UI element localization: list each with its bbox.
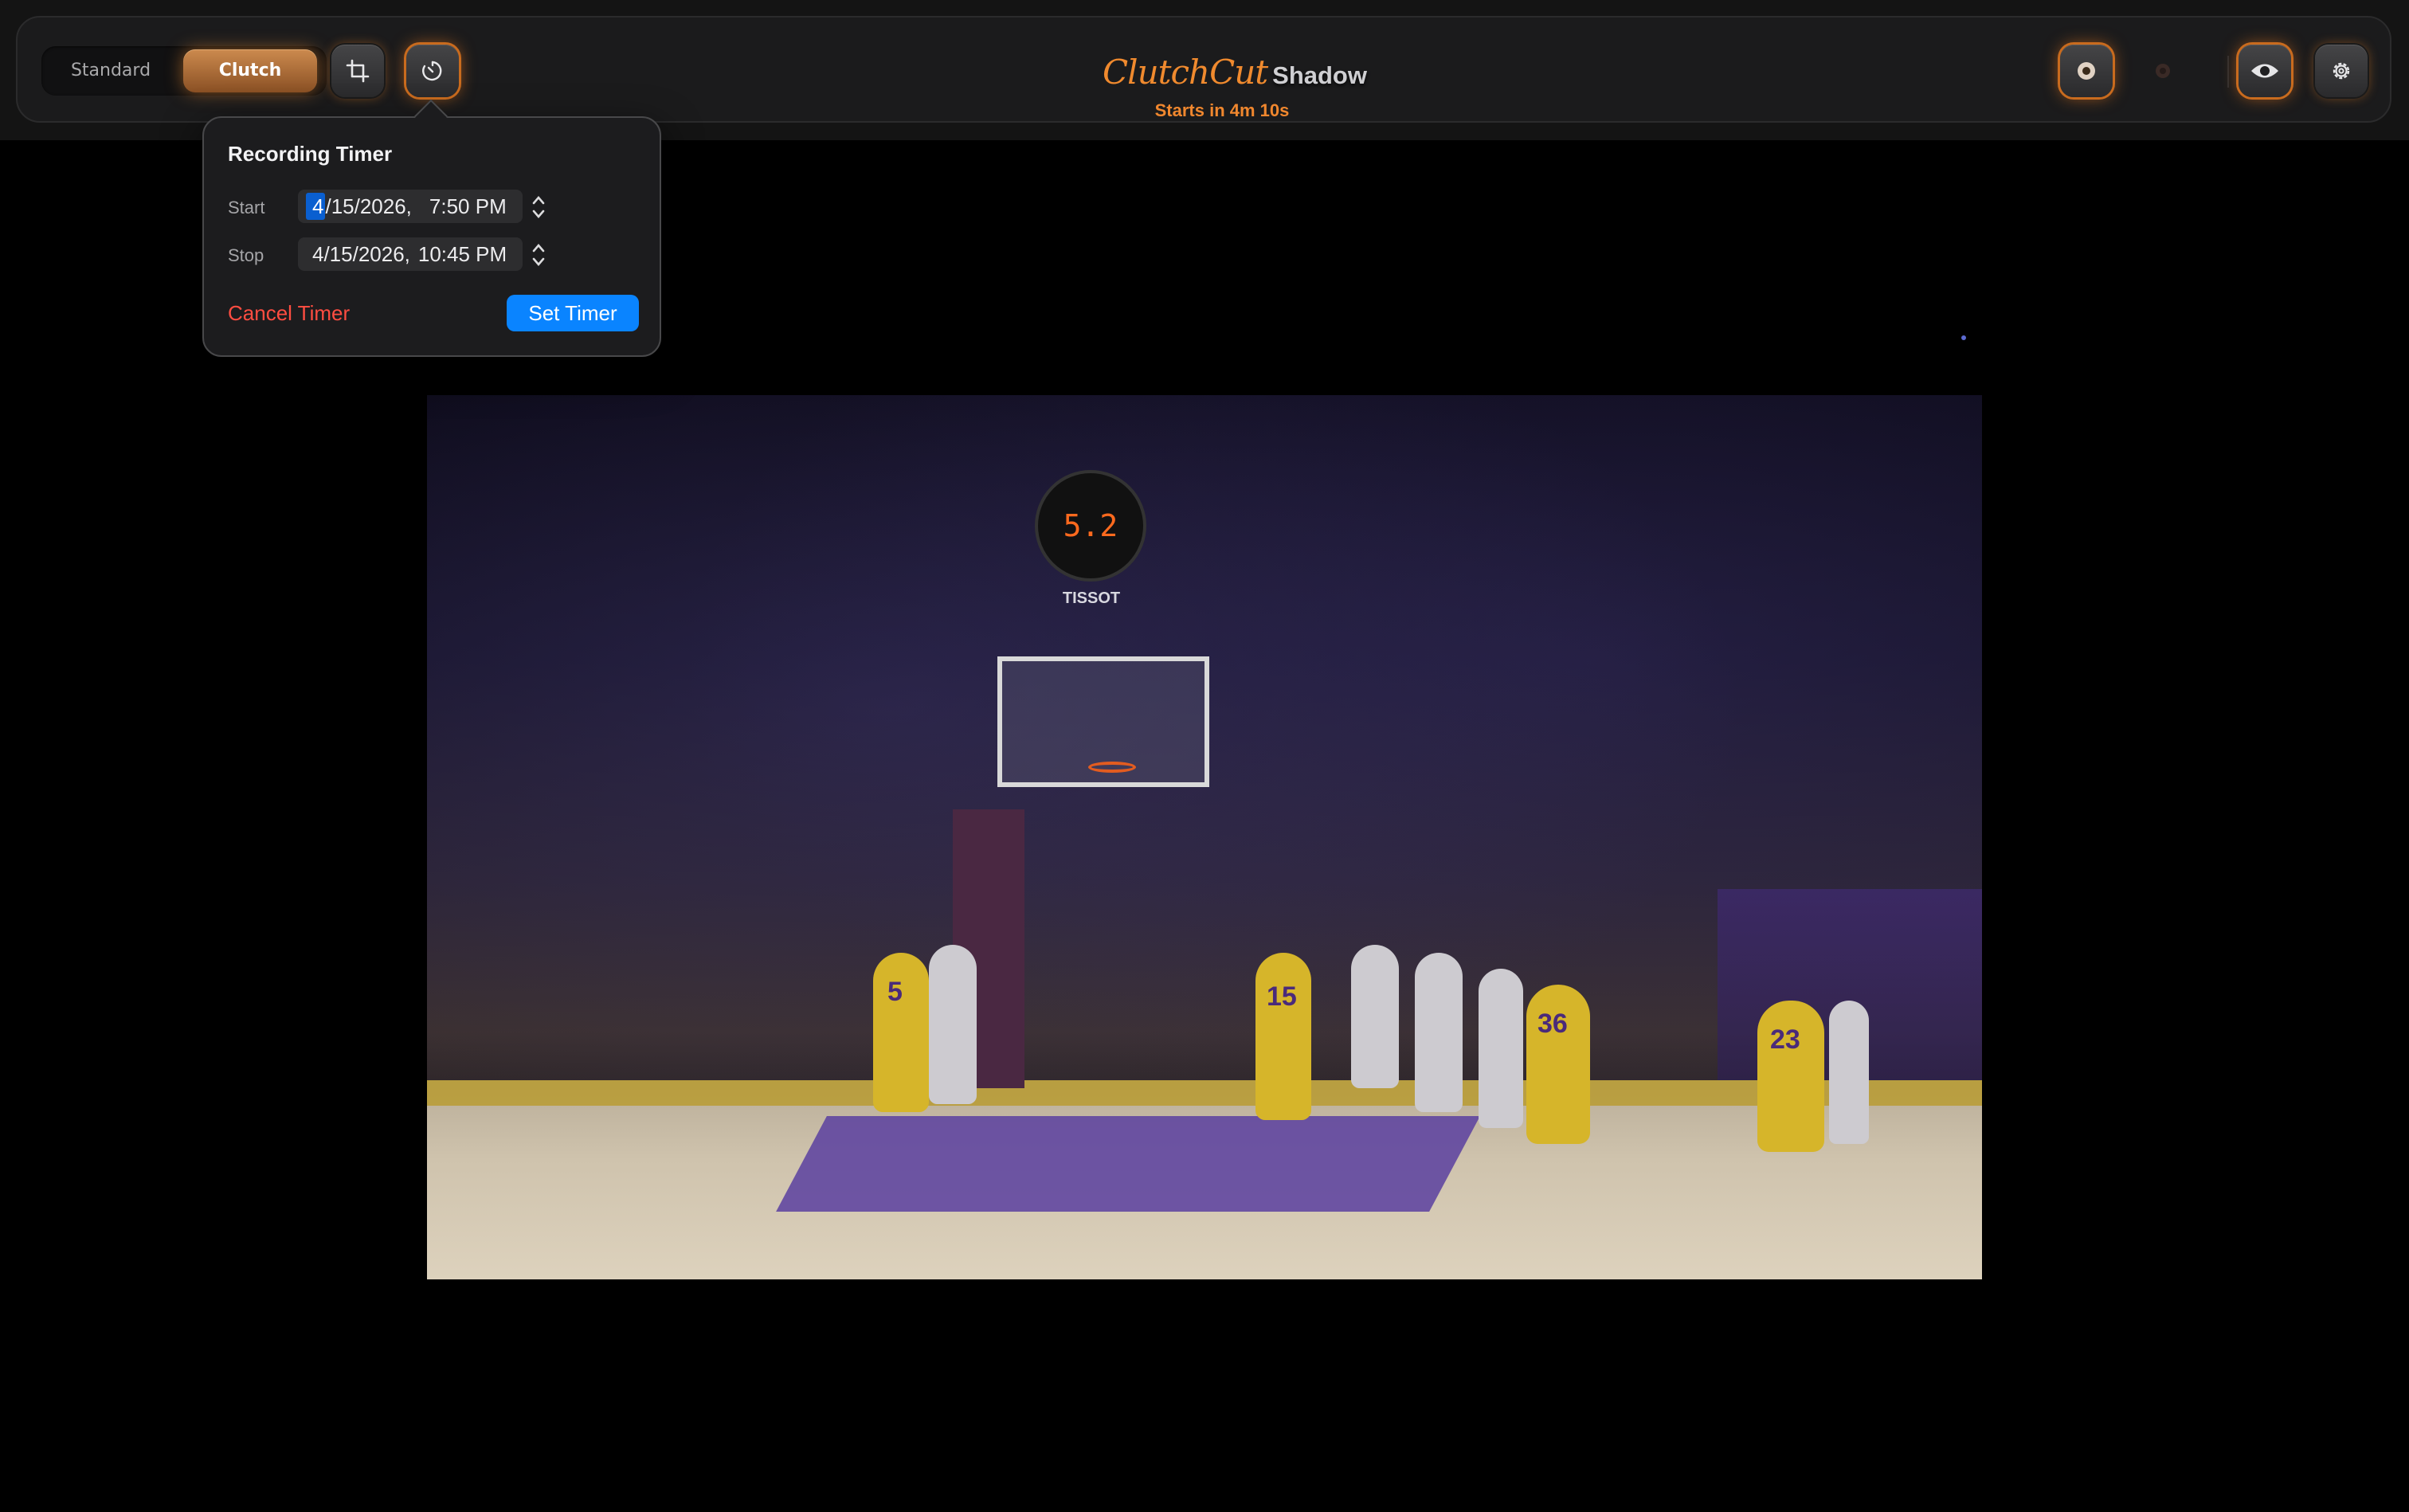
mode-toggle: Standard Clutch <box>41 46 327 96</box>
gear-icon <box>2329 58 2354 84</box>
stop-datetime-field[interactable]: 4/15/2026, 10:45 PM <box>298 237 523 271</box>
player <box>1757 1001 1824 1152</box>
app-window: Standard Clutch ClutchCutShadow Starts <box>0 0 2409 1512</box>
player <box>1415 953 1463 1112</box>
player <box>1829 1001 1869 1144</box>
preview-button[interactable] <box>2239 45 2291 97</box>
sponsor-logo: TISSOT <box>1062 590 1121 607</box>
hoop-rim <box>1088 762 1136 773</box>
stop-time-segment[interactable]: 10:45 PM <box>418 242 507 266</box>
crop-icon <box>345 58 370 84</box>
record-dim-icon <box>2149 57 2176 84</box>
crop-button[interactable] <box>331 45 384 97</box>
timer-icon <box>420 58 445 84</box>
cursor-dot <box>1961 335 1966 340</box>
jersey-number: 15 <box>1267 981 1297 1012</box>
start-datetime-field[interactable]: 4/15/2026, 7:50 PM <box>298 190 523 223</box>
mode-clutch-button[interactable]: Clutch <box>183 49 317 92</box>
jersey-number: 5 <box>887 977 903 1007</box>
court-sideline <box>427 1080 1982 1106</box>
timer-countdown: Starts in 4m 10s <box>1154 100 1290 120</box>
record-button[interactable] <box>2060 45 2113 97</box>
player <box>1479 969 1523 1128</box>
toolbar: Standard Clutch ClutchCutShadow Starts <box>16 16 2391 123</box>
record-disabled-button[interactable] <box>2137 45 2189 97</box>
cancel-timer-button[interactable]: Cancel Timer <box>228 301 350 326</box>
shot-clock: 5.2 <box>1035 470 1146 582</box>
stop-stepper[interactable] <box>531 239 546 271</box>
start-time-segment[interactable]: 7:50 PM <box>429 194 507 218</box>
settings-button[interactable] <box>2315 45 2368 97</box>
start-stepper[interactable] <box>531 191 546 223</box>
player <box>929 945 977 1104</box>
record-icon <box>2073 57 2100 84</box>
start-date-segment[interactable]: /15/2026, <box>325 194 411 218</box>
eye-icon <box>2250 59 2280 83</box>
player <box>1351 945 1399 1088</box>
recording-timer-popover: Recording Timer Start 4/15/2026, 7:50 PM … <box>202 116 661 357</box>
mode-standard-button[interactable]: Standard <box>45 49 177 92</box>
app-brand: ClutchCut Shadow <box>1103 53 1367 96</box>
timer-button[interactable] <box>406 45 459 97</box>
jersey-number: 36 <box>1537 1009 1568 1039</box>
brand-name: Shadow <box>1272 61 1367 89</box>
video-preview: 5.2 TISSOT 5 15 36 23 <box>427 395 1982 1279</box>
stop-label: Stop <box>228 245 264 265</box>
brand-script: ClutchCut <box>1103 53 1268 92</box>
start-month-segment[interactable]: 4 <box>306 193 326 220</box>
toolbar-divider <box>2227 56 2229 88</box>
court-paint <box>776 1116 1480 1212</box>
jersey-number: 23 <box>1770 1024 1800 1055</box>
stop-date-segment[interactable]: 4/15/2026, <box>312 242 410 266</box>
start-label: Start <box>228 198 265 217</box>
set-timer-button[interactable]: Set Timer <box>507 295 639 331</box>
popover-title: Recording Timer <box>228 142 393 166</box>
player <box>1255 953 1311 1120</box>
